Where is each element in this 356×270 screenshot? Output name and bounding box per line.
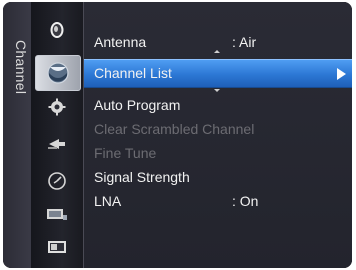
menu-item-label: Channel List <box>94 65 172 81</box>
menu-item-signal-strength[interactable]: Signal Strength <box>84 165 352 189</box>
menu-item-label: Antenna <box>94 34 147 50</box>
input-icon[interactable] <box>31 128 83 160</box>
channel-icon[interactable] <box>35 55 81 91</box>
submenu-arrow-icon <box>337 68 346 80</box>
clock-icon[interactable] <box>31 165 83 197</box>
menu-item-auto-program[interactable]: Auto Program <box>84 93 352 117</box>
menu-item-label: Fine Tune <box>94 145 157 161</box>
menu-item-label: LNA <box>94 193 122 209</box>
menu-item-channel-list[interactable]: Channel List <box>84 59 352 88</box>
support-icon[interactable] <box>31 231 83 263</box>
setup-icon[interactable] <box>31 91 83 123</box>
scroll-up-icon <box>214 50 220 53</box>
menu-category-tab: Channel <box>3 2 32 268</box>
menu-item-clear-scrambled-channel: Clear Scrambled Channel <box>84 117 352 141</box>
menu-item-label: Signal Strength <box>94 169 190 185</box>
menu-category-label: Channel <box>13 40 29 95</box>
application-icon[interactable] <box>31 199 83 231</box>
menu-item-label: Clear Scrambled Channel <box>94 121 255 137</box>
menu-item-fine-tune: Fine Tune <box>84 141 352 165</box>
scroll-down-icon <box>214 89 220 92</box>
menu-item-label: Auto Program <box>94 97 181 113</box>
menu-item-value: : Air <box>232 34 257 50</box>
menu-icon-column <box>31 2 84 268</box>
tv-menu-frame: Channel Antenna: Air Channel List Auto … <box>3 2 352 268</box>
picture-icon[interactable] <box>31 14 83 46</box>
menu-item-value: : On <box>232 193 259 209</box>
channel-menu-panel: Antenna : Air Channel List Auto Program … <box>84 2 352 268</box>
menu-item-lna[interactable]: LNA : On <box>84 189 352 213</box>
